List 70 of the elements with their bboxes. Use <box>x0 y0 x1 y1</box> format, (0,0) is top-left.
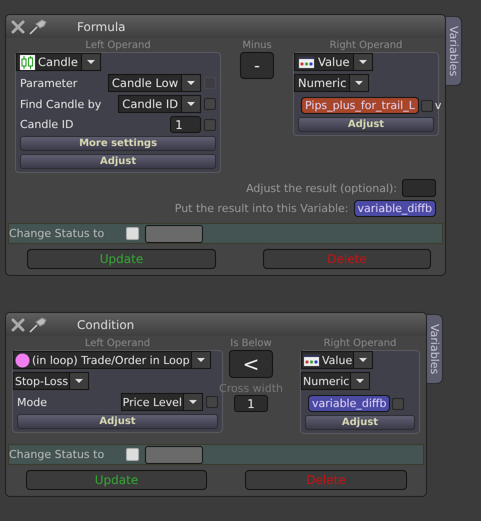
variable-chip[interactable]: variable_diffb <box>354 200 436 217</box>
source-dropdown[interactable]: Value <box>301 351 374 369</box>
status-label: Change Status to <box>9 448 106 461</box>
close-icon[interactable] <box>11 318 25 332</box>
source-dropdown[interactable]: Candle <box>16 53 101 71</box>
pushpin-icon[interactable] <box>29 18 49 34</box>
checkbox[interactable] <box>204 98 216 110</box>
checkbox[interactable] <box>392 398 404 410</box>
caret-icon <box>187 102 196 106</box>
caret-icon <box>356 379 364 383</box>
caret-icon <box>75 379 84 383</box>
variable-chip[interactable]: variable_diffb <box>308 395 390 412</box>
update-button[interactable]: Update <box>26 470 207 490</box>
option-dropdown[interactable]: Price Level <box>120 393 203 411</box>
close-icon[interactable] <box>11 20 25 34</box>
circle-icon <box>15 352 30 368</box>
settings-button[interactable]: More settings <box>20 136 216 151</box>
window-icon <box>303 354 320 366</box>
caret-icon <box>86 60 95 64</box>
field-label: Parameter <box>20 76 78 90</box>
field-label: Find Candle by <box>20 98 102 110</box>
checkbox[interactable] <box>204 118 216 130</box>
source-dropdown[interactable]: Value <box>294 53 373 71</box>
type-dropdown[interactable]: Numeric <box>301 372 370 390</box>
field-label: Candle ID <box>20 118 74 131</box>
operator-button[interactable]: - <box>240 52 274 79</box>
window-icon <box>298 56 315 68</box>
caret-icon <box>196 358 205 362</box>
side-tab[interactable]: Variables <box>446 16 462 86</box>
variable-chip[interactable]: Pips_plus_for_trail_L <box>301 97 419 114</box>
window-title: Condition <box>77 318 134 332</box>
window-title: Formula <box>77 20 126 34</box>
field-label: Mode <box>17 396 48 408</box>
settings-button[interactable]: Adjust <box>20 154 216 169</box>
pushpin-icon[interactable] <box>29 316 49 332</box>
operand-label: Right Operand <box>322 338 398 350</box>
checkbox[interactable] <box>126 448 139 461</box>
settings-button[interactable]: Adjust <box>305 415 415 430</box>
checkbox[interactable] <box>126 227 139 240</box>
result-label: Put the result into this Variable: <box>174 202 349 215</box>
type-dropdown[interactable]: Numeric <box>294 74 370 92</box>
settings-button[interactable]: Adjust <box>298 117 434 132</box>
caret-icon <box>358 60 367 64</box>
input-field[interactable]: 1 <box>170 116 202 133</box>
cross-width-field[interactable]: 1 <box>234 395 268 412</box>
operator-label: Is Below <box>230 338 272 350</box>
operand-label: Right Operand <box>328 40 404 52</box>
operator-label: Minus <box>242 40 272 52</box>
option-dropdown[interactable]: Candle ID <box>118 95 202 113</box>
caret-icon <box>355 81 364 85</box>
settings-button[interactable]: Adjust <box>17 414 218 429</box>
status-label: Change Status to <box>9 227 106 240</box>
checkbox[interactable] <box>206 396 218 408</box>
caret-icon <box>189 400 197 404</box>
operand-label: Left Operand <box>84 338 152 350</box>
side-tab[interactable]: Variables <box>427 314 443 384</box>
checkbox[interactable] <box>420 100 433 112</box>
suffix-label: v <box>434 99 442 112</box>
result-label: Adjust the result (optional): <box>246 182 397 194</box>
type-dropdown[interactable]: Stop-Loss <box>13 372 90 390</box>
status-field[interactable] <box>145 224 203 242</box>
input-field[interactable] <box>402 179 436 197</box>
operator-button[interactable]: < <box>229 350 273 378</box>
caret-icon <box>187 81 196 85</box>
caret-icon <box>359 358 368 362</box>
status-field[interactable] <box>145 446 203 464</box>
update-button[interactable]: Update <box>27 249 216 269</box>
operand-label: Left Operand <box>84 40 152 52</box>
source-dropdown[interactable]: (in loop) Trade/Order in Loop <box>13 351 211 369</box>
candlestick-icon <box>20 54 35 70</box>
